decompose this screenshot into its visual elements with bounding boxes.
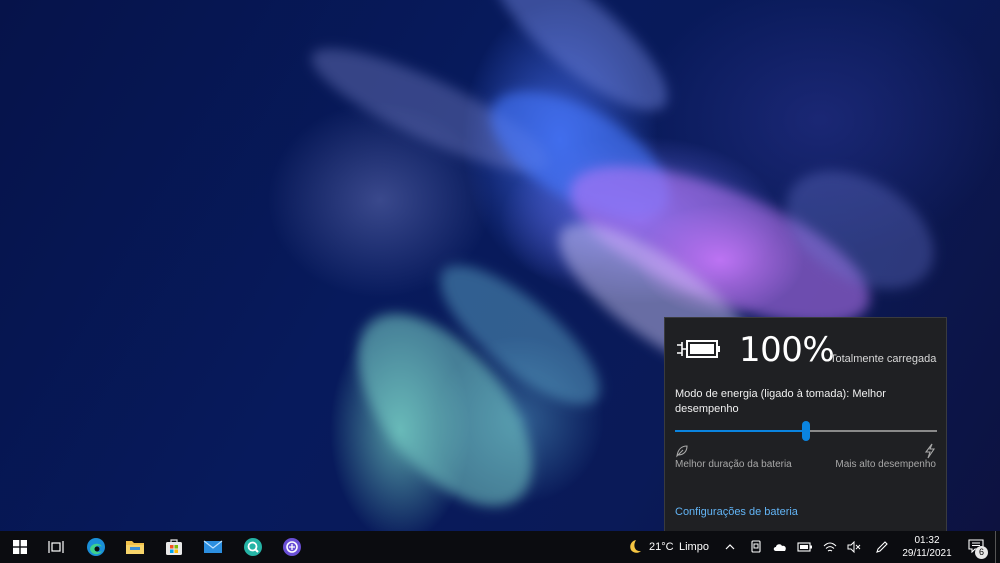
edge-button[interactable] [76,531,116,563]
mail-icon [203,540,223,553]
battery-settings-link[interactable]: Configurações de bateria [675,506,798,518]
slider-thumb[interactable] [802,421,810,441]
battery-percentage: 100% [739,330,835,370]
clock-time: 01:32 [914,535,940,546]
slider-min-label: Melhor duração da bateria [675,459,792,470]
tray-app-icon[interactable] [744,531,768,563]
battery-tray-button[interactable] [793,531,817,563]
store-button[interactable] [154,531,194,563]
slider-track-empty [806,430,937,432]
battery-summary: 100% Totalmente carregada [675,330,937,370]
cloud-icon [773,544,786,551]
app-circle-button[interactable] [272,531,312,563]
pen-menu-button[interactable] [870,531,894,563]
wifi-icon [823,542,837,552]
lightning-icon [924,443,936,459]
taskbar: 21°C Limpo 01:32 29/11/2021 6 [0,531,1000,563]
chevron-up-icon [725,544,735,550]
notification-count-badge: 6 [975,546,988,559]
edge-icon [87,538,105,556]
device-icon [751,540,761,553]
onedrive-button[interactable] [768,531,792,563]
weather-temperature: 21°C [649,541,674,553]
pen-icon [876,541,888,553]
start-button[interactable] [0,531,40,563]
battery-icon [797,542,812,552]
task-view-button[interactable] [36,531,76,563]
slider-track-filled [675,430,806,432]
app-q-button[interactable] [233,531,273,563]
leaf-icon [676,445,688,458]
task-view-icon [48,541,64,553]
clock[interactable]: 01:32 29/11/2021 [895,534,959,562]
show-hidden-icons-button[interactable] [718,531,742,563]
battery-flyout: 100% Totalmente carregada Modo de energi… [664,317,947,531]
power-mode-slider[interactable] [675,421,937,441]
network-button[interactable] [818,531,842,563]
power-mode-label: Modo de energia (ligado à tomada): Melho… [675,388,886,415]
slider-max-label: Mais alto desempenho [835,459,936,470]
volume-muted-icon [847,541,861,553]
q-app-icon [244,538,262,556]
mail-button[interactable] [193,531,233,563]
clock-date: 29/11/2021 [902,548,952,559]
windows-logo-icon [13,540,27,554]
store-icon [166,539,182,555]
battery-plugged-icon [677,340,720,358]
weather-condition: Limpo [679,541,709,553]
moon-icon [630,540,641,553]
battery-status: Totalmente carregada [830,353,937,365]
weather-widget[interactable]: 21°C Limpo [622,531,718,563]
circle-app-icon [283,538,301,556]
volume-button[interactable] [842,531,866,563]
action-center-button[interactable]: 6 [963,531,993,563]
file-explorer-button[interactable] [115,531,155,563]
show-desktop-button[interactable] [995,531,1000,563]
folder-icon [126,541,144,554]
